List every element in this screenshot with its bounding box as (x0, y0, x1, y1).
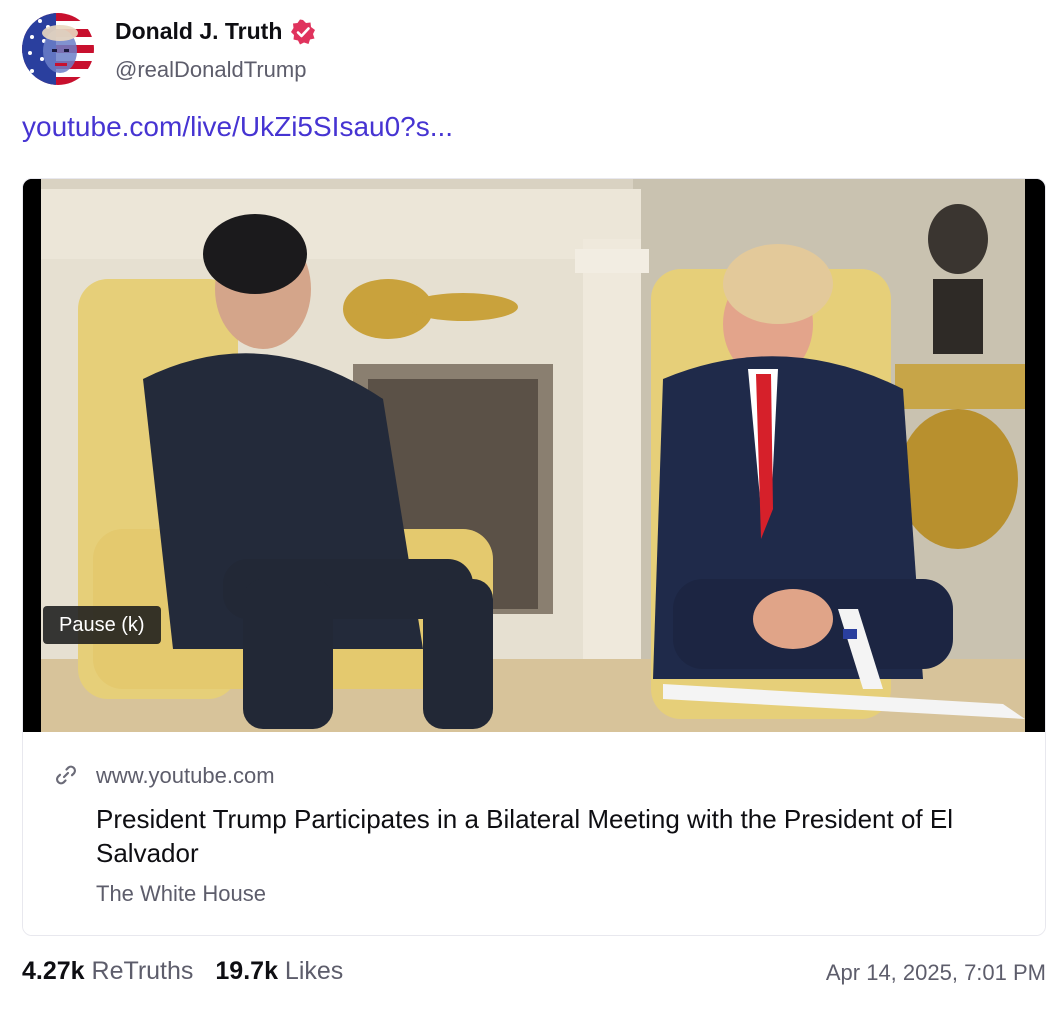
video-player[interactable]: Pause (k) (23, 179, 1045, 732)
video-pause-tooltip: Pause (k) (43, 606, 161, 644)
link-source: The White House (96, 881, 266, 906)
post-stats: 4.27k ReTruths 19.7k Likes (22, 957, 343, 986)
post-timestamp[interactable]: Apr 14, 2025, 7:01 PM (826, 960, 1046, 986)
retruths-count: 4.27k (22, 957, 85, 985)
verified-badge-icon (290, 19, 316, 45)
likes-count: 19.7k (215, 957, 278, 985)
truth-post: Donald J. Truth @realDonaldTrump youtube… (0, 0, 1060, 1010)
link-card-meta[interactable]: www.youtube.com President Trump Particip… (23, 732, 1045, 935)
likes-label: Likes (284, 957, 344, 985)
link-title[interactable]: President Trump Participates in a Bilate… (96, 802, 1016, 870)
avatar-image (22, 13, 94, 85)
likes-stat[interactable]: 19.7k Likes (215, 957, 343, 986)
retruths-label: ReTruths (91, 957, 194, 985)
post-link[interactable]: youtube.com/live/UkZi5SIsau0?s... (22, 111, 453, 143)
link-preview-card[interactable]: Pause (k) www.youtube.com President Trum… (22, 178, 1046, 936)
author-avatar[interactable] (22, 13, 94, 85)
author-handle[interactable]: @realDonaldTrump (115, 57, 306, 83)
link-domain: www.youtube.com (96, 763, 275, 788)
link-icon (53, 762, 79, 788)
author-name-row[interactable]: Donald J. Truth (115, 18, 316, 45)
video-frame (23, 179, 1045, 732)
author-display-name[interactable]: Donald J. Truth (115, 18, 282, 45)
retruths-stat[interactable]: 4.27k ReTruths (22, 957, 193, 986)
